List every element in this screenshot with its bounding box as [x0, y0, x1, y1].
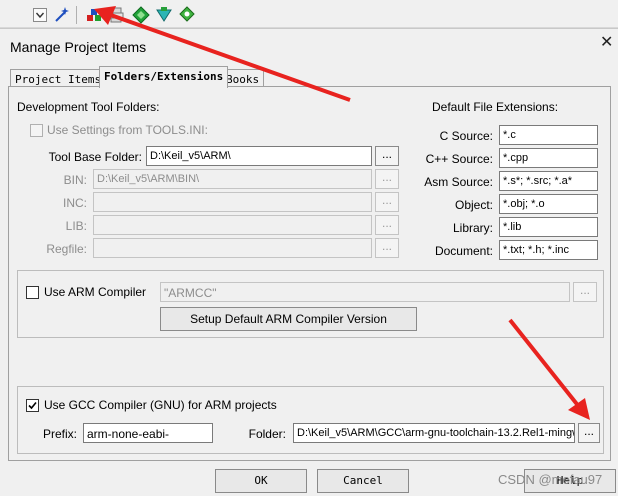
- folder-label: Folder:: [248, 427, 286, 441]
- checkmark-icon: [28, 401, 37, 410]
- ext-asm-label: Asm Source:: [424, 175, 493, 189]
- regfile-browse-button[interactable]: ...: [375, 238, 399, 258]
- tab-folders-extensions[interactable]: Folders/Extensions: [99, 66, 229, 88]
- bin-browse-button[interactable]: ...: [375, 169, 399, 189]
- toolbar: [0, 0, 618, 28]
- ext-document-input[interactable]: *.txt; *.h; *.inc: [499, 240, 598, 260]
- inc-browse-button[interactable]: ...: [375, 192, 399, 212]
- inc-input[interactable]: [93, 192, 372, 212]
- prefix-input[interactable]: arm-none-eabi-: [83, 423, 213, 443]
- ext-cpp-label: C++ Source:: [425, 152, 493, 166]
- ext-cpp-input[interactable]: *.cpp: [499, 148, 598, 168]
- tool-base-label: Tool Base Folder:: [48, 150, 142, 164]
- wand-icon[interactable]: [52, 5, 72, 25]
- tab-panel: Development Tool Folders: Use Settings f…: [8, 86, 611, 461]
- ext-object-label: Object:: [454, 198, 493, 212]
- dialog-title: Manage Project Items: [10, 39, 147, 55]
- ext-asm-input[interactable]: *.s*; *.src; *.a*: [499, 171, 598, 191]
- file-extensions-icon[interactable]: [107, 5, 127, 25]
- ok-button[interactable]: OK: [215, 469, 307, 493]
- manage-project-items-icon[interactable]: [84, 5, 104, 25]
- ext-library-label: Library:: [452, 221, 493, 235]
- ext-document-label: Document:: [434, 244, 493, 258]
- bin-label: BIN:: [63, 173, 87, 187]
- close-icon[interactable]: ✕: [600, 35, 613, 51]
- manage-project-items-dialog: Manage Project Items ✕ Project Items Fol…: [0, 28, 618, 496]
- regfile-label: Regfile:: [46, 242, 87, 256]
- use-arm-compiler-checkbox[interactable]: [26, 286, 39, 299]
- watermark: CSDN @mefau97: [498, 472, 603, 487]
- use-settings-checkbox[interactable]: [30, 124, 43, 137]
- inc-label: INC:: [63, 196, 87, 210]
- lib-browse-button[interactable]: ...: [375, 215, 399, 235]
- extensions-heading: Default File Extensions:: [432, 100, 559, 114]
- ext-c-input[interactable]: *.c: [499, 125, 598, 145]
- pack-installer-icon[interactable]: [154, 5, 174, 25]
- arm-compiler-input[interactable]: "ARMCC": [160, 282, 570, 302]
- prefix-label: Prefix:: [42, 427, 77, 441]
- use-gcc-compiler-label: Use GCC Compiler (GNU) for ARM projects: [44, 398, 277, 412]
- tool-base-input[interactable]: D:\Keil_v5\ARM\: [146, 146, 372, 166]
- extra-tool-icon[interactable]: [177, 5, 197, 25]
- lib-label: LIB:: [65, 219, 87, 233]
- ext-object-input[interactable]: *.obj; *.o: [499, 194, 598, 214]
- tool-base-browse-button[interactable]: ...: [375, 146, 399, 166]
- regfile-input[interactable]: [93, 238, 372, 258]
- use-settings-label: Use Settings from TOOLS.INI:: [47, 123, 208, 137]
- gcc-folder-browse-button[interactable]: ...: [578, 423, 600, 443]
- dev-folders-heading: Development Tool Folders:: [17, 100, 160, 114]
- gcc-folder-input[interactable]: D:\Keil_v5\ARM\GCC\arm-gnu-toolchain-13.…: [293, 423, 575, 443]
- use-arm-compiler-label: Use ARM Compiler: [44, 285, 147, 299]
- books-icon[interactable]: [131, 5, 151, 25]
- cancel-button[interactable]: Cancel: [317, 469, 409, 493]
- use-gcc-compiler-checkbox[interactable]: [26, 399, 39, 412]
- dropdown-icon[interactable]: [30, 5, 50, 25]
- arm-compiler-browse-button[interactable]: ...: [573, 282, 597, 302]
- ext-c-label: C Source:: [439, 129, 493, 143]
- lib-input[interactable]: [93, 215, 372, 235]
- gcc-compiler-group: [17, 386, 604, 454]
- ext-library-input[interactable]: *.lib: [499, 217, 598, 237]
- setup-arm-compiler-button[interactable]: Setup Default ARM Compiler Version: [160, 307, 417, 331]
- bin-input[interactable]: D:\Keil_v5\ARM\BIN\: [93, 169, 372, 189]
